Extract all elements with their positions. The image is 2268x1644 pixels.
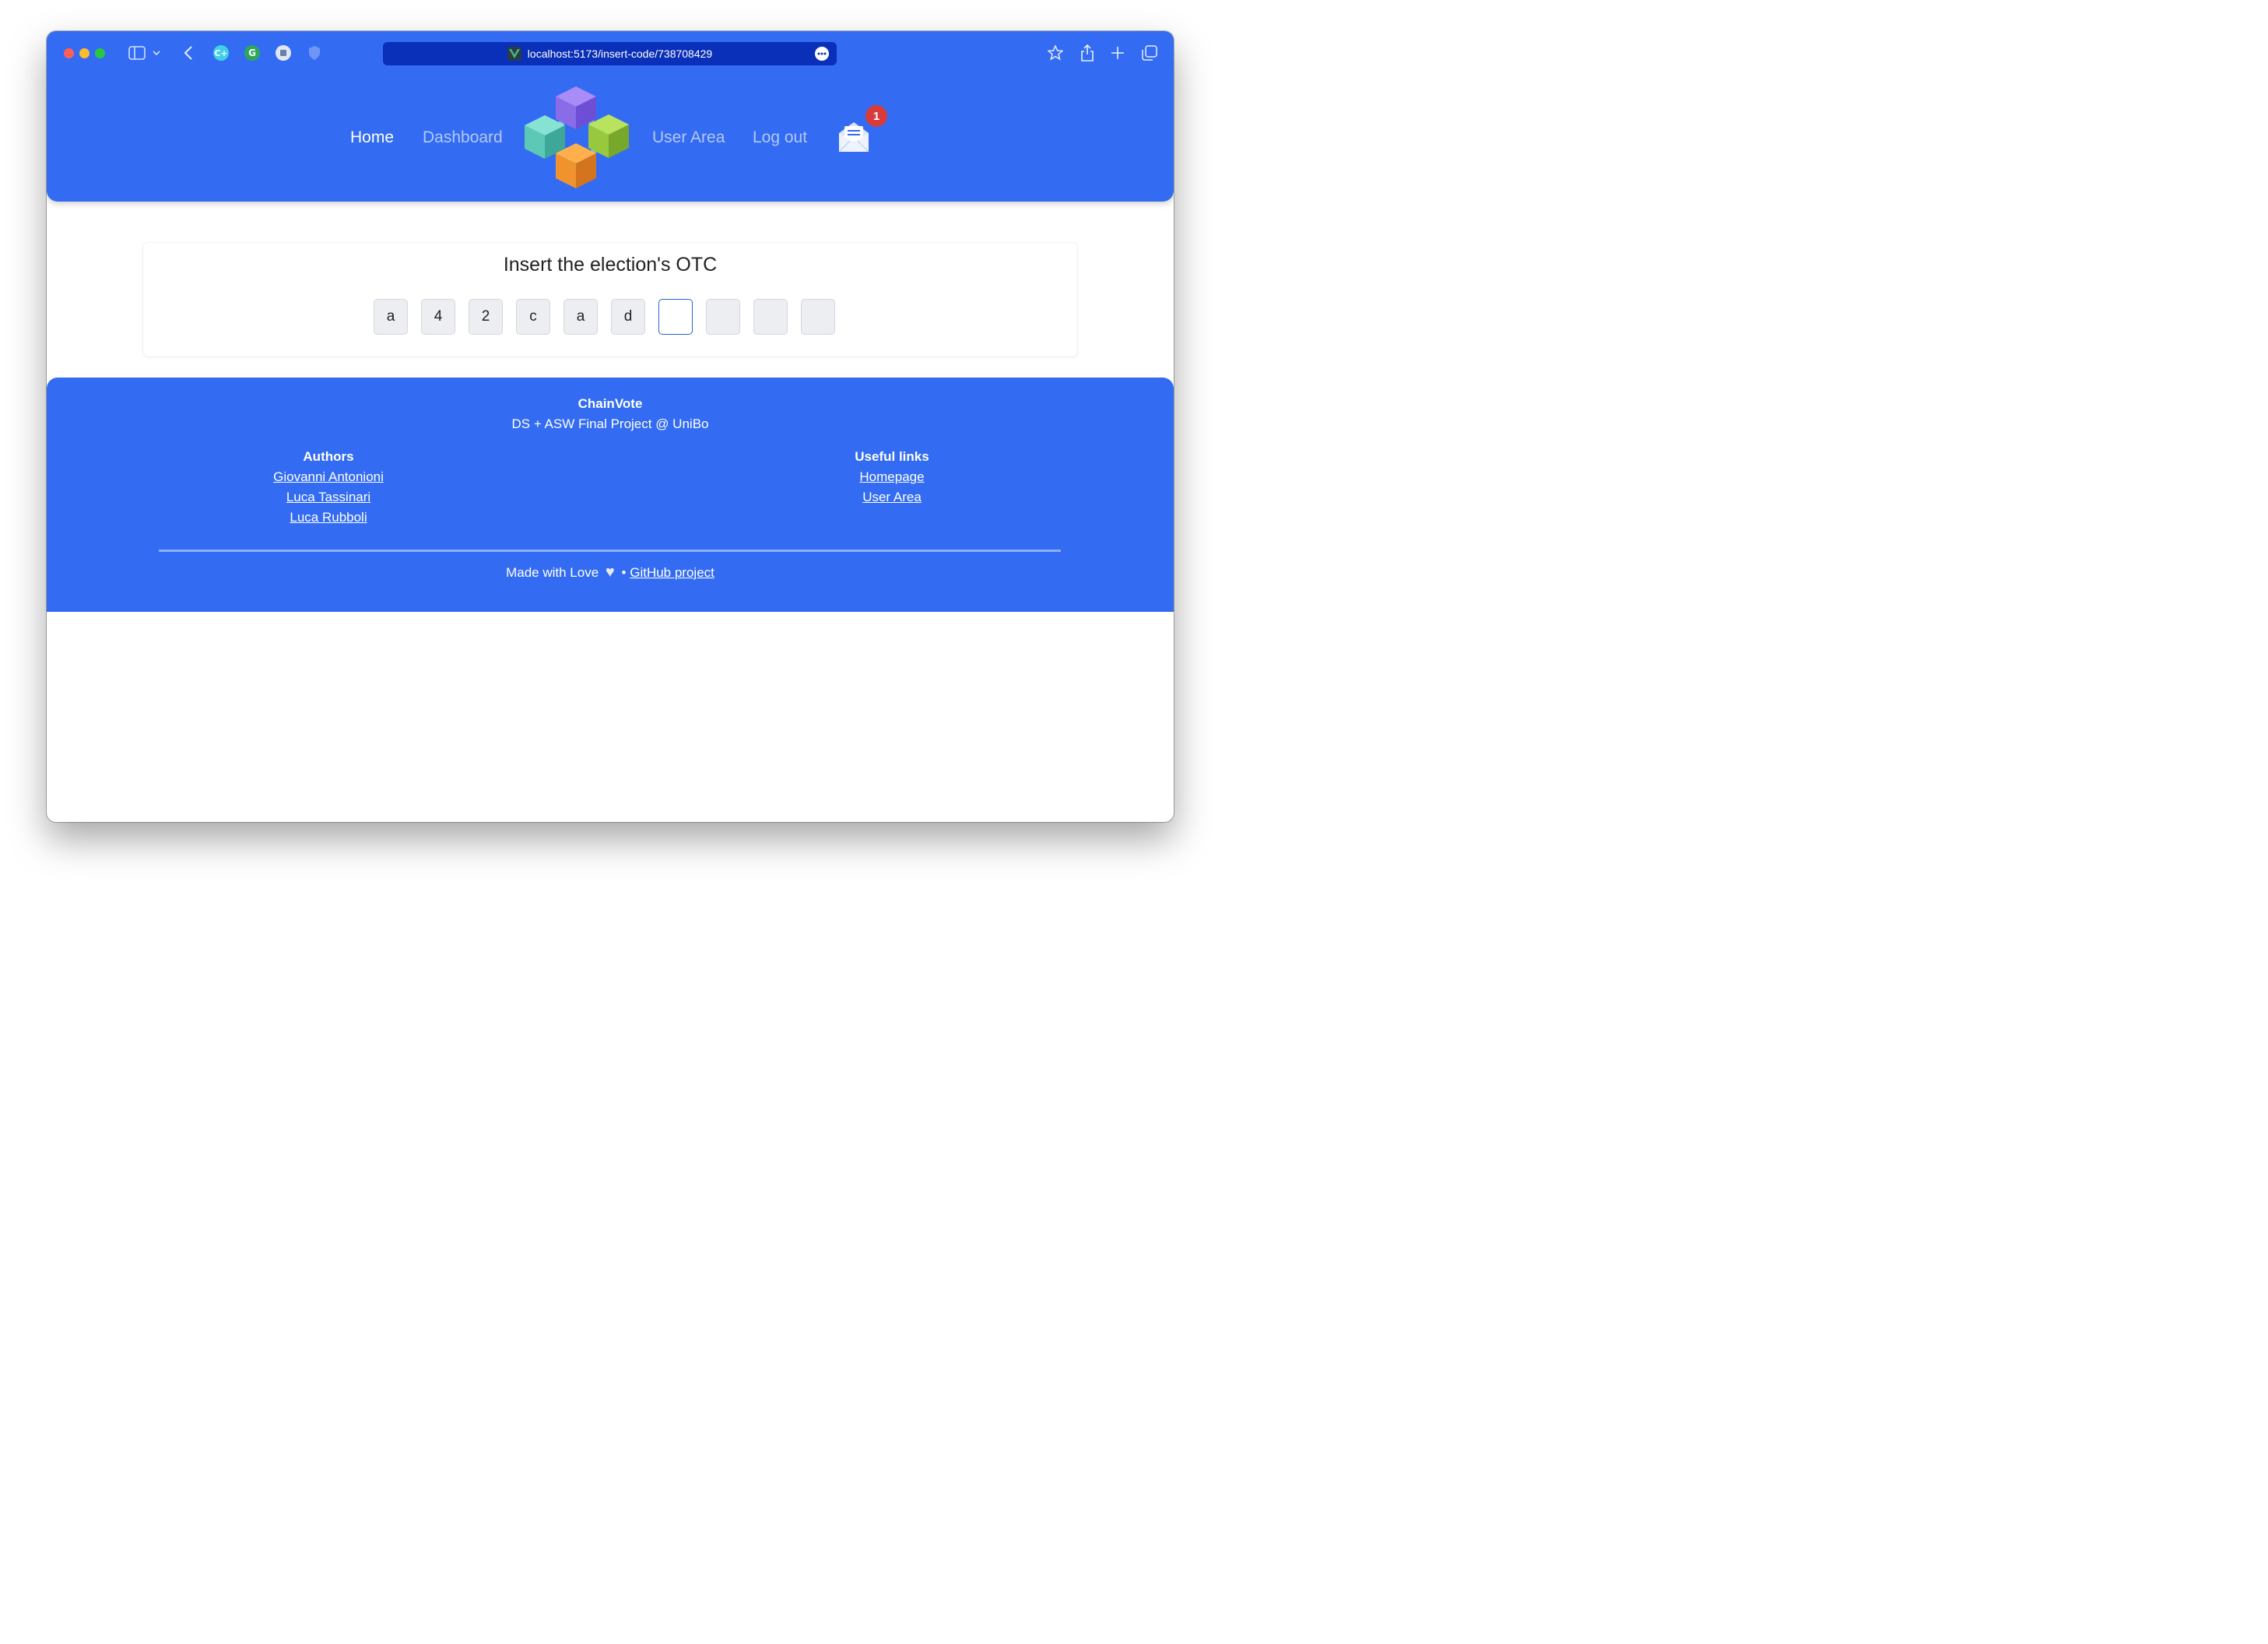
otc-title: Insert the election's OTC bbox=[503, 254, 718, 276]
footer-brand: ChainVote bbox=[578, 396, 643, 411]
otc-digit-input-2[interactable]: 4 bbox=[421, 299, 455, 335]
otc-digit-input-8[interactable] bbox=[706, 299, 740, 335]
tab-overview-icon[interactable] bbox=[1140, 44, 1159, 62]
back-arrow-icon[interactable] bbox=[179, 44, 198, 62]
nav-user-area-link[interactable]: User Area bbox=[652, 128, 725, 147]
author-link-giovanni[interactable]: Giovanni Antonioni bbox=[251, 469, 406, 485]
vue-favicon-icon bbox=[507, 47, 521, 61]
nav-dashboard-link[interactable]: Dashboard bbox=[423, 128, 503, 147]
otc-card: Insert the election's OTC a 4 2 c a d bbox=[143, 243, 1077, 357]
more-options-icon[interactable] bbox=[815, 47, 829, 61]
author-link-tassinari[interactable]: Luca Tassinari bbox=[251, 490, 406, 505]
chainvote-logo[interactable] bbox=[521, 84, 630, 193]
otc-digit-input-9[interactable] bbox=[753, 299, 788, 335]
otc-digit-input-3[interactable]: 2 bbox=[469, 299, 503, 335]
made-with-text: Made with Love bbox=[506, 565, 599, 580]
svg-text:G: G bbox=[248, 47, 256, 58]
otc-digit-input-5[interactable]: a bbox=[563, 299, 598, 335]
otc-input-row: a 4 2 c a d bbox=[374, 299, 835, 335]
homepage-link[interactable]: Homepage bbox=[814, 469, 970, 485]
close-window-button[interactable] bbox=[64, 48, 74, 58]
made-with-love-line: Made with Love ♥ • GitHub project bbox=[47, 564, 1174, 581]
sidebar-icon[interactable] bbox=[128, 44, 146, 62]
nav-home-link[interactable]: Home bbox=[350, 128, 394, 147]
footer-subtitle: DS + ASW Final Project @ UniBo bbox=[511, 416, 709, 431]
otc-digit-input-7[interactable] bbox=[658, 299, 693, 335]
extension-puzzle-icon[interactable] bbox=[274, 44, 293, 62]
notification-badge: 1 bbox=[865, 105, 887, 127]
url-text: localhost:5173/insert-code/738708429 bbox=[527, 47, 713, 60]
minimize-window-button[interactable] bbox=[79, 48, 90, 58]
footer-authors-column: Authors Giovanni Antonioni Luca Tassinar… bbox=[251, 449, 406, 530]
otc-digit-input-6[interactable]: d bbox=[611, 299, 645, 335]
bookmark-star-icon[interactable] bbox=[1046, 44, 1065, 62]
url-bar[interactable]: localhost:5173/insert-code/738708429 bbox=[383, 42, 837, 65]
otc-digit-input-4[interactable]: c bbox=[516, 299, 550, 335]
grammarly-icon[interactable]: G bbox=[243, 44, 262, 62]
footer-divider bbox=[159, 550, 1061, 552]
share-icon[interactable] bbox=[1078, 44, 1097, 62]
authors-heading: Authors bbox=[303, 449, 354, 464]
svg-text:C+: C+ bbox=[214, 48, 227, 58]
mail-envelope-icon[interactable] bbox=[836, 119, 872, 155]
useful-links-heading: Useful links bbox=[855, 449, 929, 464]
browser-window: C+ G localhost:5173/insert-code/73870842… bbox=[47, 31, 1174, 822]
nav-logout-link[interactable]: Log out bbox=[753, 128, 807, 147]
github-project-link[interactable]: GitHub project bbox=[630, 565, 714, 580]
site-footer: ChainVote DS + ASW Final Project @ UniBo… bbox=[47, 378, 1174, 612]
app-header: C+ G localhost:5173/insert-code/73870842… bbox=[47, 31, 1174, 202]
heart-icon: ♥ bbox=[605, 564, 615, 581]
otc-digit-input-10[interactable] bbox=[801, 299, 835, 335]
extension-cplus-icon[interactable]: C+ bbox=[212, 44, 230, 62]
maximize-window-button[interactable] bbox=[95, 48, 105, 58]
chevron-down-icon[interactable] bbox=[151, 44, 162, 62]
user-area-link[interactable]: User Area bbox=[814, 490, 970, 505]
shield-icon[interactable] bbox=[305, 44, 324, 62]
footer-links-column: Useful links Homepage User Area bbox=[814, 449, 970, 510]
author-link-rubboli[interactable]: Luca Rubboli bbox=[251, 510, 406, 525]
separator-dot: • bbox=[621, 565, 627, 580]
otc-digit-input-1[interactable]: a bbox=[374, 299, 408, 335]
new-tab-plus-icon[interactable] bbox=[1108, 44, 1127, 62]
